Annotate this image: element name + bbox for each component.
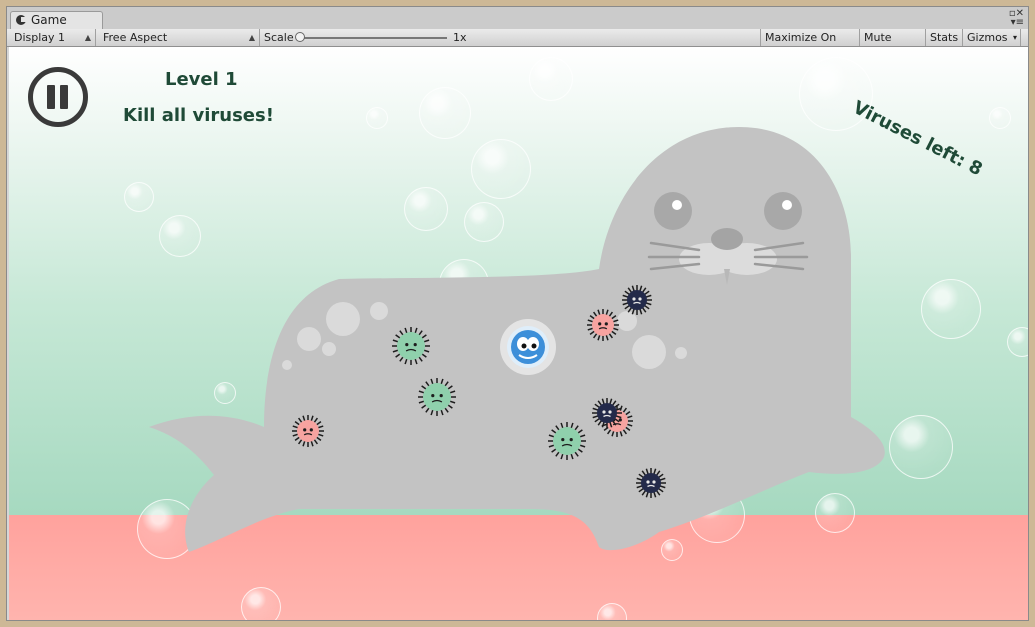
scale-value: 1x: [453, 31, 467, 44]
spiky-virus-icon[interactable]: [548, 422, 586, 460]
tab-bar: Game ▫✕ ▾≡: [7, 7, 1028, 29]
display-label: Display 1: [14, 31, 66, 44]
menu-icon[interactable]: ▾≡: [1011, 17, 1024, 28]
display-dropdown[interactable]: Display 1 ▲: [10, 29, 96, 46]
pause-button[interactable]: [28, 67, 88, 127]
gizmos-label: Gizmos: [967, 31, 1008, 44]
window-controls: ▫✕ ▾≡: [1009, 9, 1024, 28]
spiky-virus-icon[interactable]: [418, 378, 456, 416]
updown-icon: ▲: [84, 33, 91, 42]
scale-label: Scale: [264, 31, 294, 44]
stats-label: Stats: [930, 31, 959, 44]
gizmos-dropdown[interactable]: Gizmos ▾: [963, 29, 1021, 46]
mute-audio-toggle[interactable]: Mute Audio: [860, 29, 926, 61]
chevron-down-icon: ▾: [1013, 33, 1018, 42]
virus-layer: [292, 285, 666, 498]
spiky-virus-icon[interactable]: [587, 309, 619, 341]
scale-slider-handle[interactable]: [295, 32, 305, 42]
game-viewport[interactable]: Level 1 Kill all viruses! Viruses left: …: [9, 47, 1028, 620]
stats-toggle[interactable]: Stats: [926, 29, 963, 46]
editor-frame: Game ▫✕ ▾≡ Display 1 ▲ Free Aspect ▲ Sca…: [0, 0, 1035, 627]
spiky-virus-icon[interactable]: [636, 468, 666, 498]
spiky-virus-icon[interactable]: [292, 415, 324, 447]
aspect-label: Free Aspect: [103, 31, 168, 44]
tab-game[interactable]: Game: [10, 11, 103, 29]
level-title: Level 1: [165, 69, 238, 90]
objective-text: Kill all viruses!: [123, 105, 274, 126]
spiky-virus-icon[interactable]: [622, 285, 652, 315]
scale-slider-track[interactable]: [301, 37, 447, 39]
spiky-virus-icon[interactable]: [392, 327, 430, 365]
game-window: Game ▫✕ ▾≡ Display 1 ▲ Free Aspect ▲ Sca…: [6, 6, 1029, 621]
game-toolbar: Display 1 ▲ Free Aspect ▲ Scale 1x Maxim…: [7, 29, 1028, 61]
updown-icon: ▲: [248, 33, 255, 42]
maximize-on-play-toggle[interactable]: Maximize On Play: [761, 29, 860, 61]
pacman-icon: [16, 15, 26, 25]
aspect-dropdown[interactable]: Free Aspect ▲: [99, 29, 260, 46]
tab-label: Game: [31, 13, 67, 27]
